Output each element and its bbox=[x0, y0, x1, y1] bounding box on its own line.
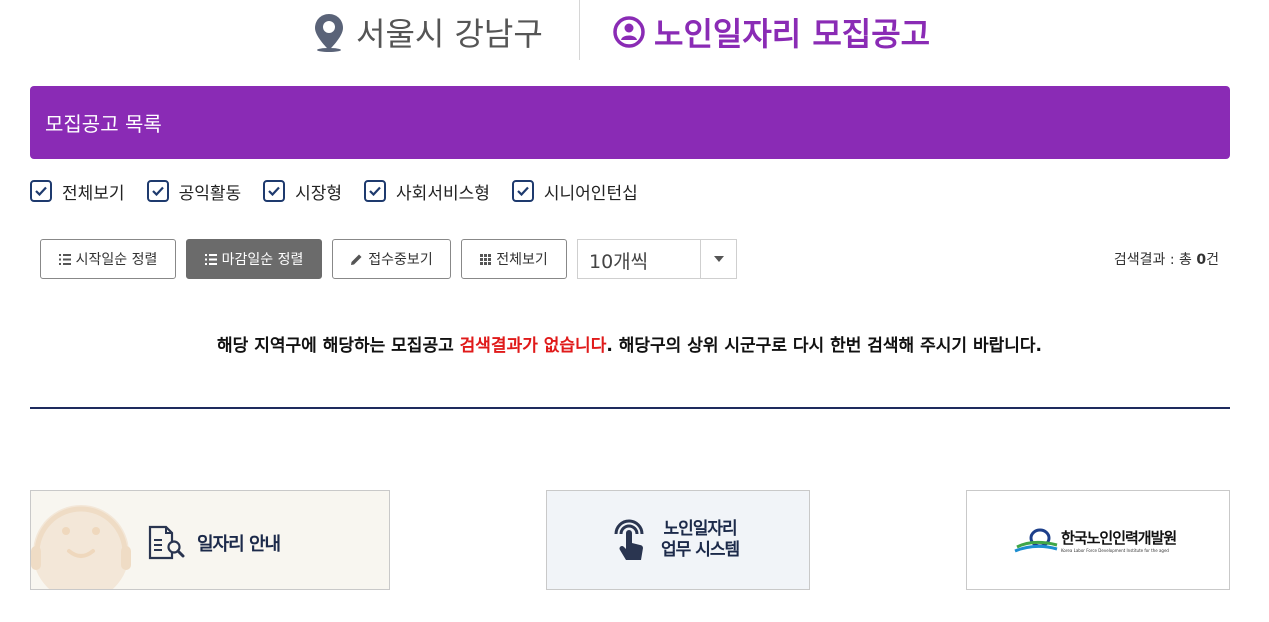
list-header-bar: 모집공고 목록 bbox=[30, 86, 1230, 159]
sort-deadline-button[interactable]: 마감일순 정렬 bbox=[186, 239, 322, 279]
job-info-card[interactable]: 일자리 안내 bbox=[30, 490, 390, 590]
check-icon bbox=[35, 186, 47, 196]
region-label: 서울시 강남구 bbox=[356, 15, 543, 53]
checkbox[interactable] bbox=[146, 180, 169, 202]
page-size-value: 10개씩 bbox=[589, 251, 649, 273]
filter-public-activity[interactable]: 공익활동 bbox=[146, 179, 242, 204]
filter-all[interactable]: 전체보기 bbox=[30, 179, 125, 204]
work-system-content: 노인일자리 업무 시스템 bbox=[613, 519, 740, 561]
check-icon bbox=[517, 186, 529, 196]
filter-label: 시장형 bbox=[295, 183, 343, 204]
filter-market[interactable]: 시장형 bbox=[263, 179, 342, 204]
filter-checkboxes: 전체보기 공익활동 시장형 사회서비스형 시니어인턴십 bbox=[30, 178, 660, 204]
region-selector[interactable]: 서울시 강남구 bbox=[312, 10, 543, 54]
filter-label: 사회서비스형 bbox=[396, 183, 490, 204]
list-icon bbox=[204, 253, 217, 265]
check-icon bbox=[369, 186, 381, 196]
job-info-label: 일자리 안내 bbox=[197, 534, 281, 555]
pencil-icon bbox=[350, 253, 363, 266]
filter-label: 전체보기 bbox=[62, 183, 125, 204]
institute-subtitle: Korea Labor Force Development Institute … bbox=[1061, 548, 1169, 553]
section-divider bbox=[30, 407, 1230, 409]
filter-social-service[interactable]: 사회서비스형 bbox=[364, 179, 490, 204]
institute-logo: 한국노인인력개발원 Korea Labor Force Development … bbox=[1013, 525, 1177, 555]
page-size-select[interactable]: 10개씩 bbox=[577, 239, 737, 279]
checkbox[interactable] bbox=[263, 180, 286, 202]
filter-senior-intern[interactable]: 시니어인턴십 bbox=[511, 179, 638, 204]
job-info-content: 일자리 안내 bbox=[147, 525, 281, 561]
empty-result-message: 해당 지역구에 해당하는 모집공고 검색결과가 없습니다. 해당구의 상위 시군… bbox=[0, 331, 1259, 356]
filter-label: 공익활동 bbox=[178, 183, 242, 204]
caret-down-icon bbox=[713, 256, 724, 262]
view-all-label: 전체보기 bbox=[496, 252, 548, 268]
user-circle-icon bbox=[613, 16, 645, 48]
list-icon bbox=[58, 253, 71, 265]
result-count: 0 bbox=[1196, 252, 1207, 268]
sort-start-button[interactable]: 시작일순 정렬 bbox=[40, 239, 176, 279]
check-icon bbox=[151, 186, 164, 196]
view-all-button[interactable]: 전체보기 bbox=[461, 239, 567, 279]
top-header: 서울시 강남구 노인일자리 모집공고 bbox=[0, 0, 1269, 62]
work-system-line1: 노인일자리 bbox=[663, 519, 737, 539]
search-result-count: 검색결과 : 총 0건 bbox=[1114, 249, 1219, 269]
checkbox[interactable] bbox=[364, 180, 387, 202]
page-title-text: 노인일자리 모집공고 bbox=[654, 15, 931, 53]
message-part2: . 해당구의 상위 시군구로 다시 한번 검색해 주시기 바랍니다. bbox=[606, 336, 1042, 356]
work-system-line2: 업무 시스템 bbox=[661, 540, 740, 560]
message-highlight: 검색결과가 없습니다 bbox=[459, 336, 607, 356]
checkbox[interactable] bbox=[30, 180, 52, 202]
work-system-label: 노인일자리 업무 시스템 bbox=[661, 519, 740, 561]
work-system-card[interactable]: 노인일자리 업무 시스템 bbox=[546, 490, 810, 590]
document-search-icon bbox=[148, 525, 185, 560]
result-suffix: 건 bbox=[1206, 252, 1219, 268]
list-header-title: 모집공고 목록 bbox=[45, 112, 162, 136]
institute-logo-icon bbox=[1014, 528, 1058, 553]
sort-deadline-label: 마감일순 정렬 bbox=[221, 252, 304, 268]
result-prefix: 검색결과 : 총 bbox=[1113, 252, 1192, 268]
select-arrow[interactable] bbox=[700, 240, 736, 278]
filter-label: 시니어인턴십 bbox=[543, 183, 638, 204]
receiving-label: 접수중보기 bbox=[368, 252, 433, 268]
touch-icon bbox=[614, 519, 644, 560]
location-pin-icon bbox=[315, 14, 343, 52]
institute-logo-card[interactable]: 한국노인인력개발원 Korea Labor Force Development … bbox=[966, 490, 1230, 590]
sort-start-label: 시작일순 정렬 bbox=[75, 252, 158, 268]
message-part1: 해당 지역구에 해당하는 모집공고 bbox=[217, 336, 460, 356]
institute-text: 한국노인인력개발원 Korea Labor Force Development … bbox=[1061, 527, 1177, 553]
check-icon bbox=[268, 186, 280, 196]
receiving-button[interactable]: 접수중보기 bbox=[332, 239, 451, 279]
header-divider bbox=[579, 0, 580, 60]
grid-icon bbox=[480, 253, 492, 265]
checkbox[interactable] bbox=[511, 180, 534, 202]
institute-name: 한국노인인력개발원 bbox=[1061, 529, 1177, 547]
page-title: 노인일자리 모집공고 bbox=[612, 10, 930, 54]
